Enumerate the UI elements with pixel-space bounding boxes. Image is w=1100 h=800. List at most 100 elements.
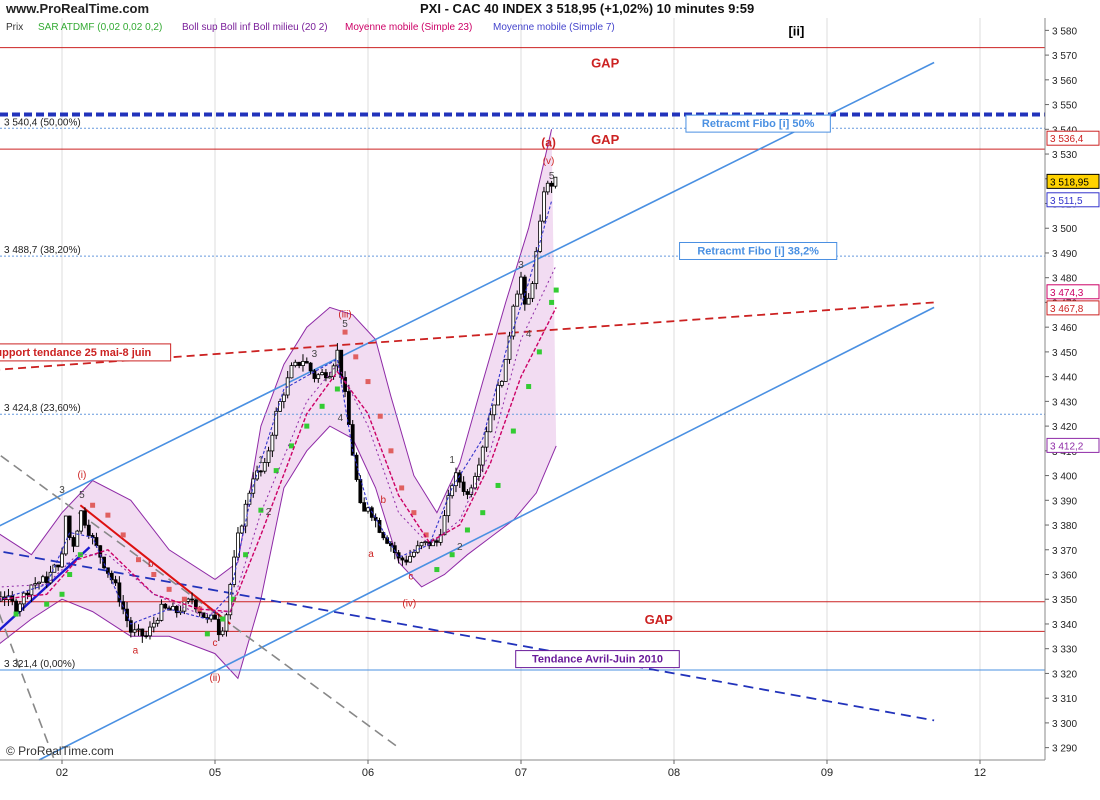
candle-body <box>136 628 141 631</box>
candle-body <box>281 394 286 402</box>
candle-body <box>220 630 225 636</box>
candle-body <box>75 530 80 547</box>
candle-body <box>526 297 531 305</box>
annotation-label: (ii) <box>209 673 220 684</box>
candle-body <box>86 524 91 536</box>
sar-point-below <box>334 386 340 392</box>
candle-body <box>488 414 493 433</box>
candle-body <box>102 556 106 569</box>
sar-point-above <box>377 413 383 419</box>
annotation-label: [ii] <box>788 23 804 38</box>
annotation-label: 4 <box>526 329 532 340</box>
y-tick-label: 3 580 <box>1052 26 1077 37</box>
y-tick-label: 3 460 <box>1052 323 1077 334</box>
candle-body <box>320 372 325 376</box>
price-chart: GAPGAPGAP[ii][i]=3321,35546.50(a)(v)534(… <box>0 18 1100 779</box>
candle-body <box>132 629 137 633</box>
y-tick-label: 3 340 <box>1052 620 1077 631</box>
candle-body <box>454 472 458 487</box>
candle-body <box>163 603 168 609</box>
candle-body <box>530 283 535 299</box>
candle-body <box>434 540 439 543</box>
sar-point-below <box>464 527 470 533</box>
y-tick-label: 3 400 <box>1052 472 1077 483</box>
sar-point-below <box>553 287 559 293</box>
sar-point-below <box>449 552 455 558</box>
candle-body <box>542 191 546 222</box>
x-tick-label: 09 <box>821 767 833 779</box>
candle-body <box>461 481 466 492</box>
price-tag: 3 474,3 <box>1050 288 1084 299</box>
annotation-label: 1 <box>258 455 264 466</box>
y-tick-label: 3 390 <box>1052 496 1077 507</box>
annotation-label: 5 <box>79 490 85 501</box>
candle-body <box>56 564 61 568</box>
x-tick-label: 06 <box>362 767 374 779</box>
sar-point-below <box>549 299 555 305</box>
annotation-label: (iv) <box>402 599 416 610</box>
candle-body <box>270 434 275 452</box>
sar-point-below <box>526 384 532 390</box>
annotation-label: 2 <box>457 542 463 553</box>
sar-point-above <box>353 354 359 360</box>
annotation-label: 2 <box>266 507 272 518</box>
x-tick-label: 02 <box>56 767 68 779</box>
sar-point-below <box>304 423 310 429</box>
candle-body <box>419 542 424 547</box>
candle-body <box>48 571 53 584</box>
sar-point-below <box>13 611 19 617</box>
boxed-label: Retracmt Fibo [i] 38,2% <box>697 245 819 257</box>
legend: Prix SAR ATDMF (0,02 0,02 0,2) Boll sup … <box>6 22 615 33</box>
price-tag: 3 518,95 <box>1050 177 1089 188</box>
level-label: 3 321,4 (0,00%) <box>4 659 75 670</box>
y-tick-label: 3 380 <box>1052 521 1077 532</box>
candle-body <box>343 377 347 392</box>
candle-body <box>71 537 76 547</box>
sar-point-below <box>59 591 65 597</box>
sar-point-above <box>411 510 417 516</box>
candle-body <box>144 635 149 638</box>
candle-body <box>14 600 19 612</box>
candle-body <box>266 450 271 463</box>
candle-body <box>492 404 497 416</box>
sar-point-below <box>243 552 249 558</box>
candle-body <box>484 431 489 448</box>
candle-body <box>63 515 68 555</box>
candle-body <box>40 576 45 583</box>
candle-body <box>503 358 508 382</box>
annotation-label: (v) <box>543 156 555 167</box>
candle-body <box>507 335 512 360</box>
candle-body <box>186 598 191 602</box>
candle-body <box>33 583 38 586</box>
level-label: 3 488,7 (38,20%) <box>4 245 81 256</box>
annotation-label: c <box>408 571 413 582</box>
annotation-label: b <box>148 559 154 570</box>
candle-body <box>400 557 405 561</box>
candle-body <box>423 541 428 544</box>
candle-body <box>465 491 470 495</box>
sar-point-above <box>90 502 96 508</box>
y-tick-label: 3 290 <box>1052 744 1077 755</box>
boxed-label: Tendance Avril-Juin 2010 <box>532 654 663 666</box>
x-tick-label: 12 <box>974 767 986 779</box>
sar-point-below <box>510 428 516 434</box>
y-tick-label: 3 350 <box>1052 595 1077 606</box>
x-tick-label: 07 <box>515 767 527 779</box>
candle-body <box>327 376 332 379</box>
annotation-label: a <box>368 549 374 560</box>
annotation-label: 3 <box>59 485 65 496</box>
candle-body <box>182 600 187 612</box>
annotation-label: 5 <box>342 319 348 330</box>
candle-body <box>377 519 382 533</box>
candle-body <box>25 592 30 596</box>
annotation-label: c <box>213 638 218 649</box>
candle-body <box>113 579 118 584</box>
annotation-label: (a) <box>541 136 556 150</box>
y-tick-label: 3 530 <box>1052 150 1077 161</box>
sar-point-above <box>151 572 157 577</box>
candle-body <box>297 361 302 366</box>
y-tick-label: 3 310 <box>1052 694 1077 705</box>
sar-point-above <box>105 512 111 518</box>
y-tick-label: 3 300 <box>1052 719 1077 730</box>
sar-point-below <box>536 349 542 355</box>
